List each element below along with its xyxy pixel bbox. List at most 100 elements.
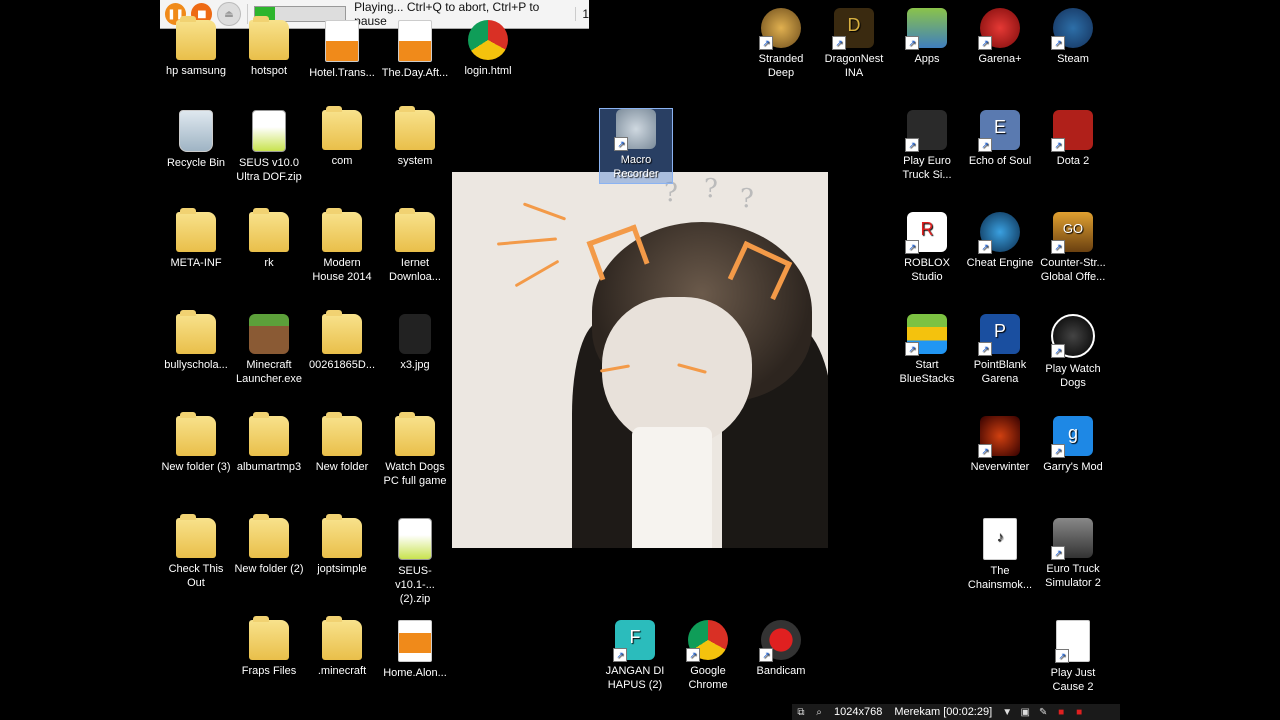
desktop-icon-jangan-di-hapus[interactable]: F ↗ JANGAN DI HAPUS (2) — [599, 620, 671, 692]
desktop-icon-cheat-engine[interactable]: ↗ Cheat Engine — [964, 212, 1036, 270]
vlc-file-icon — [398, 620, 432, 662]
pointblank-icon: P ↗ — [978, 314, 1020, 356]
repeat-count: 1 — [575, 7, 589, 21]
desktop-icon-login-html[interactable]: login.html — [452, 20, 524, 78]
desktop-icon-meta-inf[interactable]: META-INF — [160, 208, 232, 270]
desktop-icon-the-day-after[interactable]: The.Day.Aft... — [379, 20, 451, 80]
folder-icon — [322, 208, 362, 252]
right-letterbox — [1120, 0, 1280, 720]
desktop-icon-roblox-studio[interactable]: R ↗ ROBLOX Studio — [891, 212, 963, 284]
desktop-icon-new-folder-3[interactable]: New folder (3) — [160, 412, 232, 474]
desktop-icon-joptsimple[interactable]: joptsimple — [306, 514, 378, 576]
desktop-icon-echo-of-soul[interactable]: E ↗ Echo of Soul — [964, 110, 1036, 168]
desktop-icon-play-just-cause-2[interactable]: ↗ Play Just Cause 2 — [1037, 620, 1109, 694]
desktop-icon-hotspot[interactable]: hotspot — [233, 16, 305, 78]
desktop-icon-macro-recorder[interactable]: ↗ Macro Recorder — [599, 108, 673, 184]
cheat-engine-icon: ↗ — [978, 212, 1020, 254]
folder-icon — [249, 514, 289, 558]
camera-icon[interactable]: ▣ — [1018, 707, 1032, 718]
recycle-bin-icon — [179, 110, 213, 152]
desktop-icon-garrys-mod[interactable]: g ↗ Garry's Mod — [1037, 416, 1109, 474]
desktop-icon-google-chrome[interactable]: ↗ Google Chrome — [672, 620, 744, 692]
desktop-icon-home-alone[interactable]: Home.Alon... — [379, 620, 451, 680]
folder-icon — [176, 310, 216, 354]
desktop-icon-modern-house[interactable]: Modern House 2014 — [306, 208, 378, 284]
chrome-icon: ↗ — [686, 620, 728, 662]
desktop-icon-com[interactable]: com — [306, 106, 378, 168]
desktop-icon-stranded-deep[interactable]: ↗ Stranded Deep — [745, 8, 817, 80]
desktop-icon-pointblank[interactable]: P ↗ PointBlank Garena — [964, 314, 1036, 386]
close-icon[interactable]: ■ — [1072, 707, 1086, 718]
folder-icon — [249, 412, 289, 456]
desktop-icon-new-folder-2[interactable]: New folder (2) — [233, 514, 305, 576]
desktop-icon-x3-jpg[interactable]: x3.jpg — [379, 314, 451, 372]
folder-icon — [249, 208, 289, 252]
window-mode-icon[interactable]: ⧉ — [794, 707, 808, 718]
file-icon: ↗ — [1055, 620, 1090, 663]
desktop-icon-watch-dogs-full[interactable]: Watch Dogs PC full game — [379, 412, 451, 488]
echo-of-soul-icon: E ↗ — [978, 110, 1020, 152]
truck-icon: ↗ — [1051, 518, 1093, 560]
desktop-icon-check-this-out[interactable]: Check This Out — [160, 514, 232, 590]
zoom-icon[interactable]: ⌕ — [812, 707, 826, 718]
garena-icon: ↗ — [978, 8, 1020, 50]
app-f-icon: F ↗ — [613, 620, 655, 662]
desktop-icon-start-bluestacks[interactable]: ↗ Start BlueStacks — [891, 314, 963, 386]
desktop-icon-system[interactable]: system — [379, 106, 451, 168]
desktop-icon-play-watch-dogs[interactable]: ↗ Play Watch Dogs — [1037, 314, 1109, 390]
wallpaper-photo: ? ? ? — [452, 172, 828, 548]
chevron-down-icon[interactable]: ▼ — [1000, 707, 1014, 718]
desktop-icon-bandicam[interactable]: ↗ Bandicam — [745, 620, 817, 678]
eject-icon: ⏏ — [224, 8, 234, 20]
recording-timer: Merekam [00:02:29] — [894, 706, 993, 718]
desktop-icon-neverwinter[interactable]: ↗ Neverwinter — [964, 416, 1036, 474]
desktop-icon-albumartmp3[interactable]: albumartmp3 — [233, 412, 305, 474]
folder-icon — [322, 106, 362, 150]
desktop-icon-dot-minecraft[interactable]: .minecraft — [306, 616, 378, 678]
robot-icon: ↗ — [614, 109, 656, 151]
desktop-icon-csgo[interactable]: GO ↗ Counter-Str... Global Offe... — [1037, 212, 1109, 284]
desktop-icon-dragonnest[interactable]: D ↗ DragonNest INA — [818, 8, 890, 80]
stranded-deep-icon: ↗ — [759, 8, 801, 50]
desktop-icon-00261865d[interactable]: 00261865D... — [306, 310, 378, 372]
desktop-icon-seus101[interactable]: SEUS-v10.1-... (2).zip — [379, 518, 451, 606]
bluestacks-icon: ↗ — [905, 314, 947, 356]
desktop-icon-hotel[interactable]: Hotel.Trans... — [306, 20, 378, 80]
desktop-icon-garena[interactable]: ↗ Garena+ — [964, 8, 1036, 66]
folder-icon — [395, 208, 435, 252]
folder-icon — [249, 616, 289, 660]
desktop-icon-apps[interactable]: ↗ Apps — [891, 8, 963, 66]
desktop-icon-dota2[interactable]: ↗ Dota 2 — [1037, 110, 1109, 168]
csgo-icon: GO ↗ — [1051, 212, 1093, 254]
bandicam-recording-bar: ⧉ ⌕ 1024x768 Merekam [00:02:29] ▼ ▣ ✎ ■ … — [792, 704, 1120, 720]
pencil-icon[interactable]: ✎ — [1036, 707, 1050, 718]
desktop-icon-the-chainsmokers-mp3[interactable]: ♪ The Chainsmok... — [964, 518, 1036, 592]
mp3-file-icon: ♪ — [983, 518, 1017, 560]
vlc-file-icon — [398, 20, 432, 62]
desktop-icon-minecraft-launcher[interactable]: Minecraft Launcher.exe — [233, 314, 305, 386]
desktop-icon-iernet-downloa[interactable]: Iernet Downloa... — [379, 208, 451, 284]
desktop-icon-recycle-bin[interactable]: Recycle Bin — [160, 110, 232, 170]
desktop-icon-steam[interactable]: ↗ Steam — [1037, 8, 1109, 66]
desktop-icon-bullyschola[interactable]: bullyschola... — [160, 310, 232, 372]
zip-archive-icon — [398, 518, 432, 560]
capture-resolution: 1024x768 — [834, 706, 883, 718]
desktop-icon-euro-truck-2[interactable]: ↗ Euro Truck Simulator 2 — [1037, 518, 1109, 590]
euro-truck-icon: ↗ — [905, 110, 947, 152]
stop-record-icon[interactable]: ■ — [1054, 707, 1068, 718]
folder-icon — [176, 514, 216, 558]
desktop-icon-fraps-files[interactable]: Fraps Files — [233, 616, 305, 678]
left-letterbox — [0, 0, 160, 720]
desktop-icon-play-euro-truck[interactable]: ↗ Play Euro Truck Si... — [891, 110, 963, 182]
desktop-icon-rk[interactable]: rk — [233, 208, 305, 270]
folder-icon — [322, 514, 362, 558]
folder-icon — [322, 310, 362, 354]
dota2-icon: ↗ — [1051, 110, 1093, 152]
android-apps-icon: ↗ — [905, 8, 947, 50]
desktop-icon-new-folder[interactable]: New folder — [306, 412, 378, 474]
folder-icon — [249, 16, 289, 60]
zip-archive-icon — [252, 110, 286, 152]
desktop-icon-hp-samsung[interactable]: hp samsung — [160, 16, 232, 78]
neverwinter-icon: ↗ — [978, 416, 1020, 458]
desktop-icon-seus10[interactable]: SEUS v10.0 Ultra DOF.zip — [233, 110, 305, 184]
